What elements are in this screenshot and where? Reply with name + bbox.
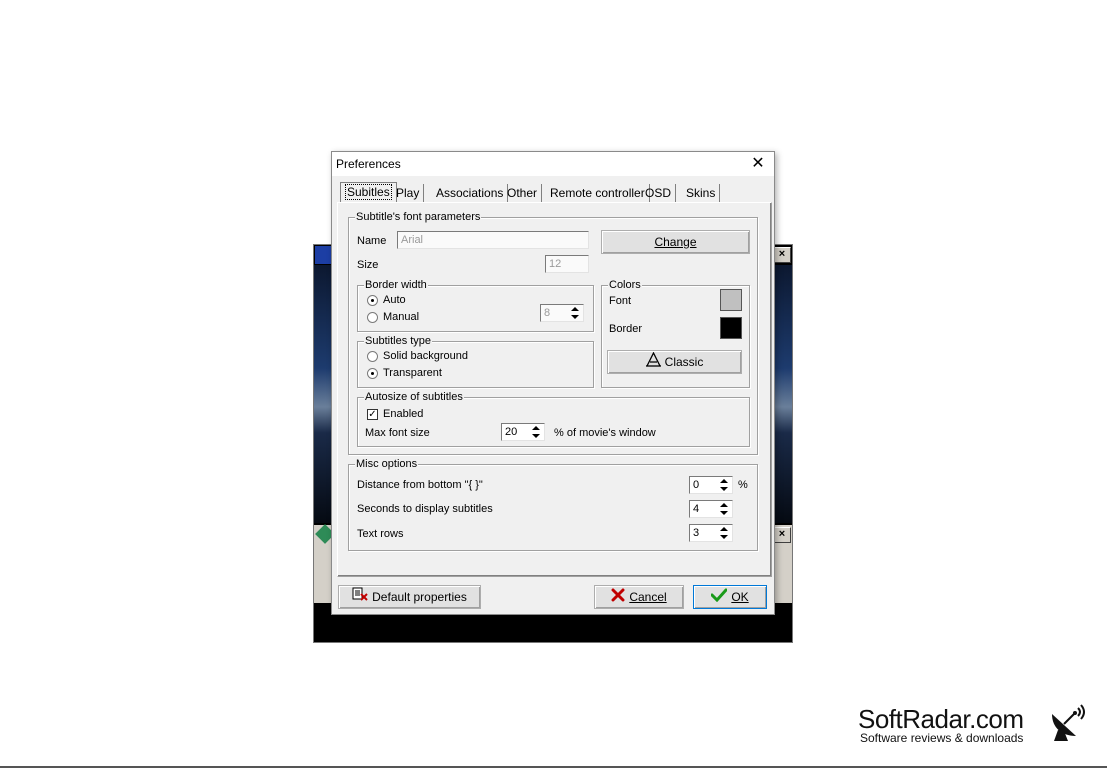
border-color-swatch[interactable] xyxy=(720,317,742,339)
solid-background-label: Solid background xyxy=(383,350,469,362)
manual-label: Manual xyxy=(383,311,420,323)
auto-radio[interactable] xyxy=(367,295,378,306)
transparent-label: Transparent xyxy=(383,367,442,379)
max-font-label: Max font size xyxy=(365,427,430,439)
satellite-dish-icon xyxy=(1048,700,1088,742)
default-properties-button[interactable]: Default properties xyxy=(338,585,481,609)
tab-other[interactable]: Other xyxy=(503,184,543,202)
font-size-field[interactable] xyxy=(545,255,589,273)
player-close-icon[interactable]: × xyxy=(773,247,791,263)
text-rows-label: Text rows xyxy=(357,528,404,540)
solid-background-radio[interactable] xyxy=(367,351,378,362)
cancel-x-icon xyxy=(611,587,625,609)
tab-remote-controller[interactable]: Remote controller xyxy=(546,184,650,202)
font-color-label: Font xyxy=(609,295,632,307)
auto-label: Auto xyxy=(383,294,406,306)
watermark-subtitle: Software reviews & downloads xyxy=(860,731,1024,745)
dialog-titlebar: Preferences ✕ xyxy=(332,152,774,176)
name-label: Name xyxy=(357,235,387,247)
checkmark-icon xyxy=(710,587,728,609)
max-font-suffix: % of movie's window xyxy=(554,427,656,439)
font-params-legend: Subtitle's font parameters xyxy=(355,211,482,223)
tab-skins[interactable]: Skins xyxy=(682,184,721,202)
panel-close-icon[interactable]: × xyxy=(773,527,791,543)
manual-radio[interactable] xyxy=(367,312,378,323)
close-icon[interactable]: ✕ xyxy=(748,154,768,174)
font-name-field[interactable] xyxy=(397,231,589,249)
dialog-title: Preferences xyxy=(336,157,401,171)
font-style-icon xyxy=(645,351,661,374)
cancel-button[interactable]: Cancel xyxy=(594,585,684,609)
border-width-spinner[interactable] xyxy=(568,305,582,321)
autosize-group: Autosize of subtitles xyxy=(357,391,750,447)
seconds-label: Seconds to display subtitles xyxy=(357,503,493,515)
change-button[interactable]: Change xyxy=(601,230,750,254)
ok-button[interactable]: OK xyxy=(693,585,767,609)
bottom-border-line xyxy=(0,766,1107,768)
tab-play[interactable]: Play xyxy=(392,184,425,202)
size-label: Size xyxy=(357,259,379,271)
tab-osd[interactable]: OSD xyxy=(641,184,677,202)
distance-suffix: % xyxy=(738,479,748,491)
colors-legend: Colors xyxy=(608,279,642,291)
enabled-label: Enabled xyxy=(383,408,424,420)
text-rows-spinner[interactable] xyxy=(717,525,731,541)
properties-icon xyxy=(352,586,368,609)
autosize-legend: Autosize of subtitles xyxy=(364,391,464,403)
subtitles-type-legend: Subtitles type xyxy=(364,335,433,347)
classic-button[interactable]: Classic xyxy=(607,350,742,374)
seconds-spinner[interactable] xyxy=(717,501,731,517)
distance-spinner[interactable] xyxy=(717,477,731,493)
font-color-swatch[interactable] xyxy=(720,289,742,311)
subtitles-type-group: Subtitles type xyxy=(357,335,594,388)
preferences-dialog: Preferences ✕ Subitles Play Associations… xyxy=(331,151,775,615)
tab-associations[interactable]: Associations xyxy=(432,184,509,202)
border-width-legend: Border width xyxy=(364,279,428,291)
transparent-radio[interactable] xyxy=(367,368,378,379)
distance-label: Distance from bottom "{ }" xyxy=(357,479,483,491)
border-color-label: Border xyxy=(609,323,643,335)
enabled-checkbox[interactable]: ✓ xyxy=(367,409,378,420)
misc-options-legend: Misc options xyxy=(355,458,419,470)
max-font-spinner[interactable] xyxy=(529,424,543,440)
tab-subtitles[interactable]: Subitles xyxy=(340,182,397,203)
